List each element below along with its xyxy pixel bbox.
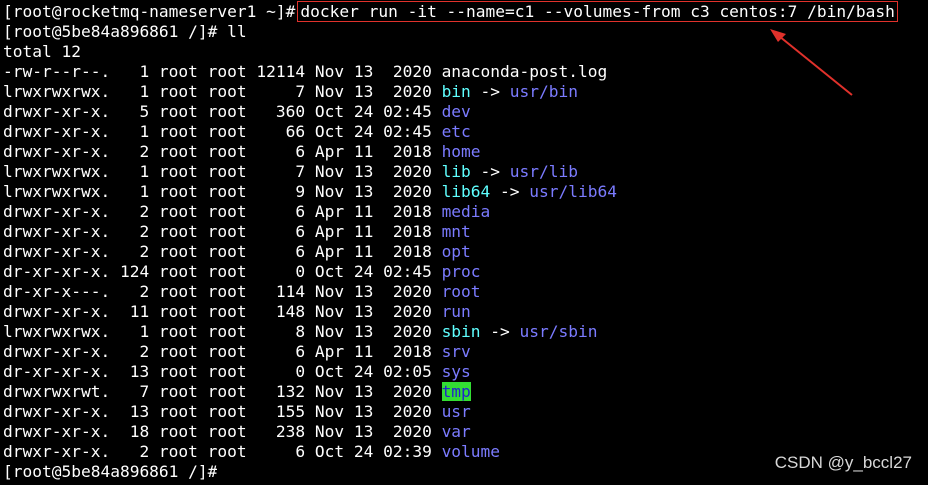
listing-row: drwxr-xr-x. 13 root root 155 Nov 13 2020… bbox=[3, 402, 928, 422]
row-metadata: drwxr-xr-x. 2 root root 6 Apr 11 2018 bbox=[3, 242, 442, 261]
file-name: sbin bbox=[441, 322, 481, 341]
row-metadata: drwxr-xr-x. 2 root root 6 Apr 11 2018 bbox=[3, 222, 442, 241]
row-metadata: lrwxrwxrwx. 1 root root 9 Nov 13 2020 bbox=[3, 182, 442, 201]
row-metadata: lrwxrwxrwx. 1 root root 7 Nov 13 2020 bbox=[3, 82, 442, 101]
listing-row: drwxr-xr-x. 2 root root 6 Apr 11 2018 sr… bbox=[3, 342, 928, 362]
listing-row: dr-xr-x---. 2 root root 114 Nov 13 2020 … bbox=[3, 282, 928, 302]
file-name: volume bbox=[441, 442, 501, 461]
command-text: ll bbox=[227, 22, 247, 41]
row-metadata: drwxr-xr-x. 2 root root 6 Apr 11 2018 bbox=[3, 342, 442, 361]
file-name: anaconda-post.log bbox=[441, 62, 608, 81]
row-metadata: drwxr-xr-x. 1 root root 66 Oct 24 02:45 bbox=[3, 122, 442, 141]
listing-row: drwxr-xr-x. 2 root root 6 Apr 11 2018 op… bbox=[3, 242, 928, 262]
file-name: bin bbox=[441, 82, 471, 101]
watermark: CSDN @y_bccl27 bbox=[774, 453, 912, 472]
link-target: usr/lib bbox=[509, 162, 579, 181]
listing-row: drwxr-xr-x. 1 root root 66 Oct 24 02:45 … bbox=[3, 122, 928, 142]
text-cursor bbox=[217, 463, 227, 480]
prompt: [root@5be84a896861 /]# bbox=[3, 22, 218, 41]
row-metadata: lrwxrwxrwx. 1 root root 7 Nov 13 2020 bbox=[3, 162, 442, 181]
prompt: [root@rocketmq-nameserver1 ~]# bbox=[3, 2, 296, 21]
file-name: opt bbox=[441, 242, 471, 261]
listing-row: drwxr-xr-x. 11 root root 148 Nov 13 2020… bbox=[3, 302, 928, 322]
prompt: [root@5be84a896861 /]# bbox=[3, 462, 218, 481]
listing-row: lrwxrwxrwx. 1 root root 8 Nov 13 2020 sb… bbox=[3, 322, 928, 342]
row-metadata: dr-xr-xr-x. 13 root root 0 Oct 24 02:05 bbox=[3, 362, 442, 381]
listing-row: drwxr-xr-x. 2 root root 6 Apr 11 2018 mn… bbox=[3, 222, 928, 242]
file-name: proc bbox=[441, 262, 481, 281]
file-name: srv bbox=[441, 342, 471, 361]
row-metadata: -rw-r--r--. 1 root root 12114 Nov 13 202… bbox=[3, 62, 442, 81]
file-name: dev bbox=[441, 102, 471, 121]
listing-row: drwxr-xr-x. 2 root root 6 Apr 11 2018 ho… bbox=[3, 142, 928, 162]
link-arrow: -> bbox=[470, 162, 510, 181]
file-name: mnt bbox=[441, 222, 471, 241]
listing-row: dr-xr-xr-x. 124 root root 0 Oct 24 02:45… bbox=[3, 262, 928, 282]
link-arrow: -> bbox=[480, 322, 520, 341]
listing-row: dr-xr-xr-x. 13 root root 0 Oct 24 02:05 … bbox=[3, 362, 928, 382]
link-target: usr/lib64 bbox=[529, 182, 617, 201]
file-name: etc bbox=[441, 122, 471, 141]
row-metadata: lrwxrwxrwx. 1 root root 8 Nov 13 2020 bbox=[3, 322, 442, 341]
row-metadata: drwxr-xr-x. 5 root root 360 Oct 24 02:45 bbox=[3, 102, 442, 121]
link-target: usr/bin bbox=[509, 82, 579, 101]
file-name: var bbox=[441, 422, 471, 441]
file-name: lib bbox=[441, 162, 471, 181]
row-metadata: dr-xr-xr-x. 124 root root 0 Oct 24 02:45 bbox=[3, 262, 442, 281]
listing-row: lrwxrwxrwx. 1 root root 9 Nov 13 2020 li… bbox=[3, 182, 928, 202]
command-line: [root@rocketmq-nameserver1 ~]# docker run… bbox=[3, 1, 928, 22]
listing-row: drwxr-xr-x. 18 root root 238 Nov 13 2020… bbox=[3, 422, 928, 442]
listing-row: drwxrwxrwt. 7 root root 132 Nov 13 2020 … bbox=[3, 382, 928, 402]
row-metadata: dr-xr-x---. 2 root root 114 Nov 13 2020 bbox=[3, 282, 442, 301]
terminal-window[interactable]: [root@rocketmq-nameserver1 ~]# docker run… bbox=[0, 0, 928, 485]
file-name: run bbox=[441, 302, 471, 321]
file-name: sys bbox=[441, 362, 471, 381]
link-arrow: -> bbox=[470, 82, 510, 101]
row-metadata: drwxr-xr-x. 2 root root 6 Oct 24 02:39 bbox=[3, 442, 442, 461]
row-metadata: drwxr-xr-x. 2 root root 6 Apr 11 2018 bbox=[3, 142, 442, 161]
directory-listing: -rw-r--r--. 1 root root 12114 Nov 13 202… bbox=[3, 62, 928, 462]
row-metadata: drwxr-xr-x. 18 root root 238 Nov 13 2020 bbox=[3, 422, 442, 441]
file-name: tmp bbox=[441, 382, 471, 401]
file-name: home bbox=[441, 142, 481, 161]
listing-row: drwxr-xr-x. 2 root root 6 Apr 11 2018 me… bbox=[3, 202, 928, 222]
listing-row: drwxr-xr-x. 5 root root 360 Oct 24 02:45… bbox=[3, 102, 928, 122]
link-arrow: -> bbox=[490, 182, 530, 201]
file-name: root bbox=[441, 282, 481, 301]
file-name: media bbox=[441, 202, 491, 221]
highlighted-command: docker run -it --name=c1 --volumes-from … bbox=[297, 1, 898, 22]
row-metadata: drwxrwxrwt. 7 root root 132 Nov 13 2020 bbox=[3, 382, 442, 401]
row-metadata: drwxr-xr-x. 11 root root 148 Nov 13 2020 bbox=[3, 302, 442, 321]
arrow-icon bbox=[770, 29, 853, 96]
row-metadata: drwxr-xr-x. 2 root root 6 Apr 11 2018 bbox=[3, 202, 442, 221]
file-name: usr bbox=[441, 402, 471, 421]
row-metadata: drwxr-xr-x. 13 root root 155 Nov 13 2020 bbox=[3, 402, 442, 421]
file-name: lib64 bbox=[441, 182, 491, 201]
link-target: usr/sbin bbox=[519, 322, 598, 341]
listing-row: lrwxrwxrwx. 1 root root 7 Nov 13 2020 li… bbox=[3, 162, 928, 182]
